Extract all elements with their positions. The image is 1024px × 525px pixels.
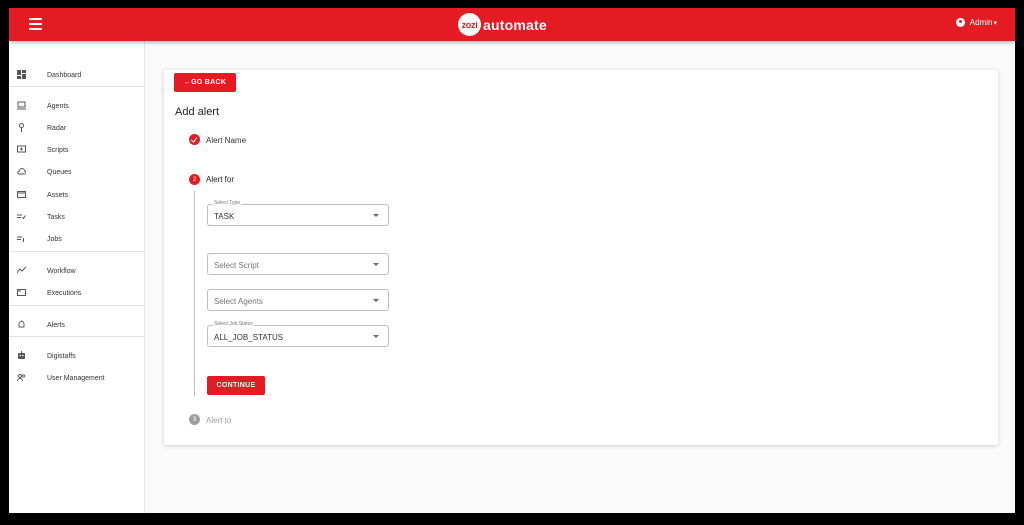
go-back-button[interactable]: ←GO BACK — [174, 73, 236, 92]
sidebar-item-tasks[interactable]: Tasks — [9, 207, 144, 227]
sidebar-item-label: Tasks — [47, 213, 65, 221]
sidebar-item-user-management[interactable]: User Management — [9, 368, 144, 388]
users-icon — [17, 373, 26, 382]
sidebar-item-workflow[interactable]: Workflow — [9, 261, 144, 281]
dropdown-arrow-icon — [373, 214, 379, 217]
select-type-value: TASK — [214, 212, 235, 221]
sidebar-item-label: Radar — [47, 124, 67, 132]
sidebar-item-label: Workflow — [47, 267, 76, 275]
folder-icon — [17, 190, 26, 199]
script-icon — [17, 145, 26, 154]
sidebar-item-scripts[interactable]: Scripts — [9, 140, 144, 160]
sidebar-item-label: Alerts — [47, 321, 65, 329]
divider — [9, 251, 144, 252]
sidebar-item-queues[interactable]: Queues — [9, 162, 144, 182]
sidebar-item-label: Executions — [47, 289, 82, 297]
user-icon — [955, 18, 965, 27]
app-window: zozi automate Admin ▾ Dashboard Agents R… — [9, 8, 1015, 513]
dashboard-icon — [17, 70, 26, 79]
select-agents-placeholder: Select Agents — [214, 297, 263, 306]
select-job-status-dropdown[interactable]: Select Job Status ALL_JOB_STATUS — [207, 321, 389, 347]
select-script-placeholder: Select Script — [214, 261, 259, 270]
radar-icon — [17, 123, 26, 132]
sidebar-item-agents[interactable]: Agents — [9, 96, 144, 116]
select-script-dropdown[interactable]: Select Script — [207, 253, 389, 275]
step-label-alert-for[interactable]: Alert for — [206, 175, 234, 184]
sidebar-item-assets[interactable]: Assets — [9, 185, 144, 205]
sidebar-item-radar[interactable]: Radar — [9, 118, 144, 138]
step-number-2: 2 — [189, 174, 200, 185]
dropdown-arrow-icon — [373, 299, 379, 302]
robot-icon — [17, 351, 26, 360]
divider — [9, 86, 144, 87]
sidebar-item-label: Agents — [47, 102, 69, 110]
page-title: Add alert — [175, 106, 220, 118]
select-type-dropdown[interactable]: Select Type TASK — [207, 200, 389, 226]
user-menu[interactable]: Admin ▾ — [955, 18, 997, 27]
select-agents-dropdown[interactable]: Select Agents — [207, 289, 389, 311]
brand-logo[interactable]: zozi automate — [458, 13, 547, 36]
step-label-alert-name[interactable]: Alert Name — [206, 136, 246, 145]
sidebar-item-label: Queues — [47, 168, 72, 176]
workflow-icon — [16, 266, 27, 275]
main-content: ←GO BACK Add alert Alert Name 2 Alert fo… — [145, 41, 1015, 513]
dropdown-arrow-icon — [373, 335, 379, 338]
step-number-3: 3 — [189, 414, 200, 425]
bell-icon — [17, 320, 26, 329]
dropdown-arrow-icon — [373, 263, 379, 266]
laptop-icon — [17, 101, 26, 110]
brand-badge: zozi — [458, 13, 481, 36]
brand-text: automate — [483, 16, 547, 33]
step-label-alert-to[interactable]: Alert to — [206, 416, 231, 425]
step-connector — [194, 191, 195, 396]
sidebar-item-label: User Management — [47, 374, 105, 382]
select-job-status-legend: Select Job Status — [213, 321, 254, 327]
top-bar: zozi automate Admin ▾ — [9, 8, 1015, 41]
continue-button[interactable]: CONTINUE — [207, 376, 265, 395]
divider — [9, 305, 144, 306]
sidebar-item-jobs[interactable]: Jobs — [9, 229, 144, 249]
tasks-icon — [17, 212, 26, 221]
sidebar-item-label: Assets — [47, 191, 69, 199]
step-completed-icon — [189, 134, 200, 145]
jobs-icon — [17, 234, 26, 243]
select-job-status-value: ALL_JOB_STATUS — [214, 333, 284, 342]
add-alert-card: ←GO BACK Add alert Alert Name 2 Alert fo… — [164, 70, 998, 445]
sidebar-item-label: Digistaffs — [47, 352, 76, 360]
sidebar-item-label: Dashboard — [47, 71, 82, 79]
select-type-legend: Select Type — [213, 200, 242, 206]
sidebar-item-alerts[interactable]: Alerts — [9, 315, 144, 335]
cloud-icon — [17, 167, 27, 176]
sidebar: Dashboard Agents Radar Scripts Queues As… — [9, 41, 145, 513]
sidebar-item-executions[interactable]: Executions — [9, 283, 144, 303]
sidebar-item-dashboard[interactable]: Dashboard — [9, 65, 144, 85]
user-label: Admin — [969, 18, 993, 27]
chevron-down-icon: ▾ — [993, 19, 997, 27]
executions-icon — [17, 288, 26, 297]
menu-icon[interactable] — [29, 18, 42, 30]
sidebar-item-label: Jobs — [47, 235, 62, 243]
sidebar-item-digistaffs[interactable]: Digistaffs — [9, 346, 144, 366]
divider — [9, 336, 144, 337]
sidebar-item-label: Scripts — [47, 146, 69, 154]
